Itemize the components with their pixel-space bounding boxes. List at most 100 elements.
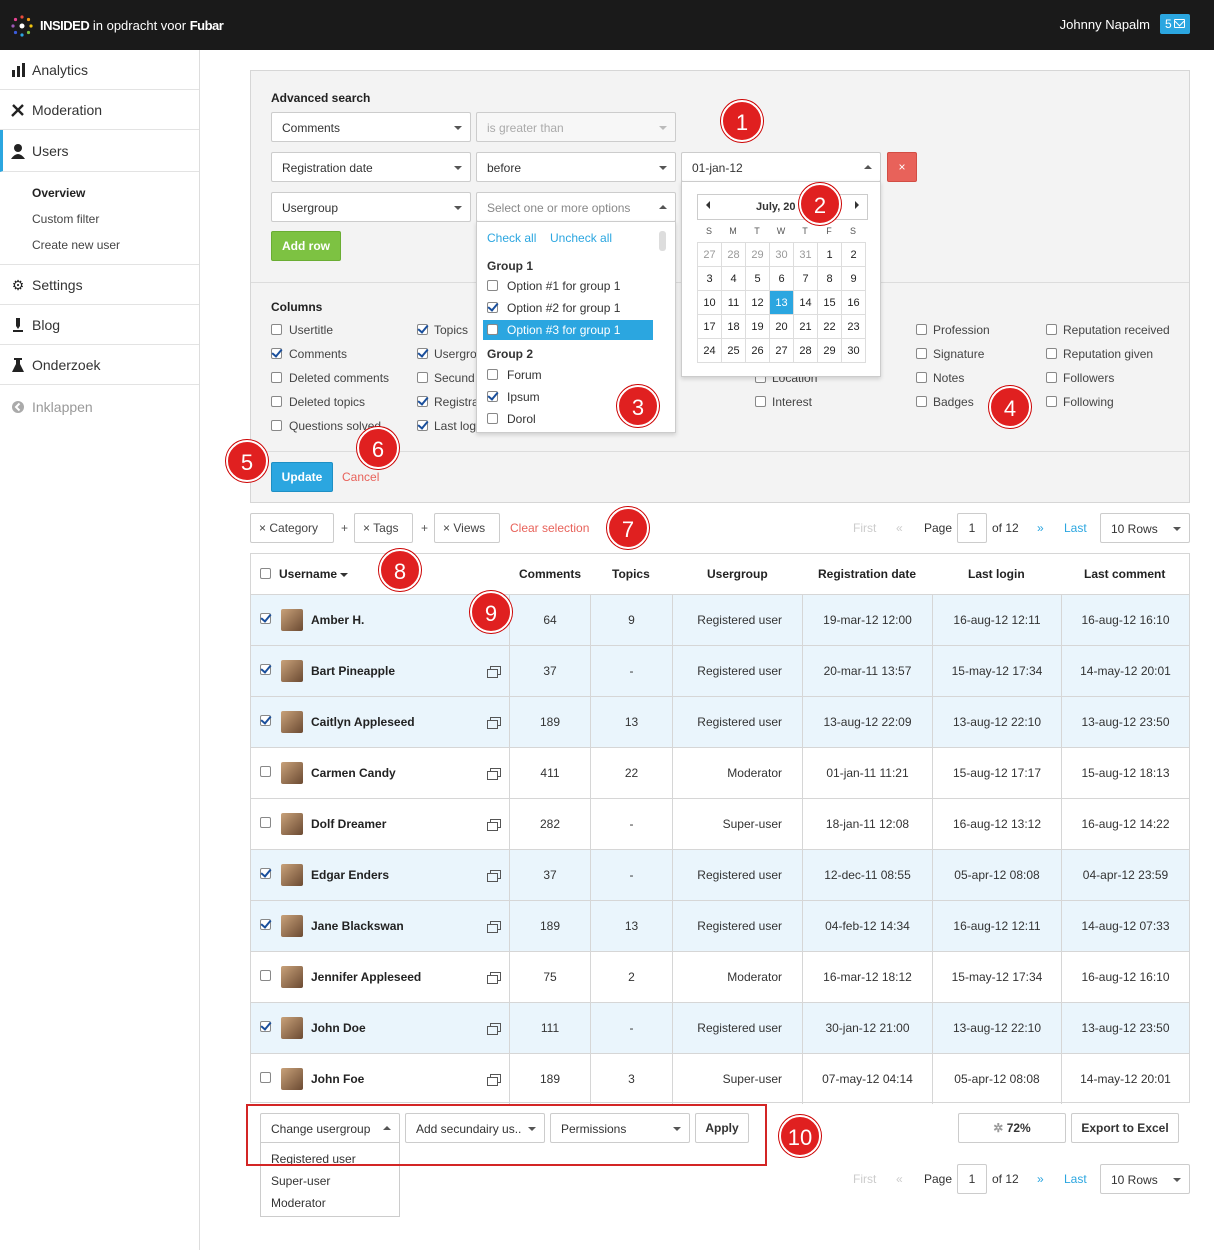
- calendar-day[interactable]: 28: [794, 339, 818, 363]
- user-name[interactable]: Johnny Napalm: [1060, 17, 1150, 32]
- calendar-day[interactable]: 13: [770, 291, 794, 315]
- select-all-checkbox[interactable]: [260, 568, 271, 579]
- calendar-day[interactable]: 10: [698, 291, 722, 315]
- rows-per-page-select[interactable]: 10 Rows: [1100, 513, 1190, 543]
- filter-operator-select-2[interactable]: before: [476, 152, 676, 182]
- pager-next[interactable]: »: [1037, 1172, 1044, 1186]
- column-checkbox[interactable]: [271, 396, 282, 407]
- row-checkbox[interactable]: [260, 613, 271, 624]
- calendar-day[interactable]: 3: [698, 267, 722, 291]
- username[interactable]: John Foe: [311, 1072, 364, 1086]
- username[interactable]: Amber H.: [311, 613, 364, 627]
- page-number-input[interactable]: 1: [957, 1164, 987, 1194]
- open-window-icon[interactable]: [487, 1023, 501, 1035]
- calendar-day[interactable]: 29: [818, 339, 842, 363]
- open-window-icon[interactable]: [487, 666, 501, 678]
- pager-first[interactable]: First: [853, 1172, 876, 1186]
- table-row[interactable]: John Doe 111- Registered user 30-jan-12 21:…: [251, 1002, 1189, 1053]
- clear-selection-link[interactable]: Clear selection: [510, 521, 589, 535]
- remove-row-button[interactable]: ×: [887, 152, 917, 182]
- table-row[interactable]: Caitlyn Appleseed 189 13 Registered user 13-…: [251, 696, 1189, 747]
- pager-first[interactable]: First: [853, 521, 876, 535]
- calendar-day[interactable]: 20: [770, 315, 794, 339]
- calendar-day[interactable]: 11: [722, 291, 746, 315]
- column-checkbox[interactable]: [916, 372, 927, 383]
- open-window-icon[interactable]: [487, 819, 501, 831]
- pager-next[interactable]: »: [1037, 521, 1044, 535]
- column-checkbox[interactable]: [417, 348, 428, 359]
- calendar-day[interactable]: 4: [722, 267, 746, 291]
- row-checkbox[interactable]: [260, 664, 271, 675]
- table-row[interactable]: Jane Blackswan 189 13 Registered user 04-feb…: [251, 900, 1189, 951]
- check-all-link[interactable]: Check all: [487, 231, 536, 245]
- table-row[interactable]: Jennifer Appleseed 75 2 Moderator 16-mar-12 …: [251, 951, 1189, 1002]
- calendar-day[interactable]: 7: [794, 267, 818, 291]
- row-checkbox[interactable]: [260, 919, 271, 930]
- calendar-day[interactable]: 18: [722, 315, 746, 339]
- column-checkbox[interactable]: [1046, 324, 1057, 335]
- header-username[interactable]: Username: [279, 554, 349, 594]
- username[interactable]: Bart Pineapple: [311, 664, 395, 678]
- add-row-button[interactable]: Add row: [271, 231, 341, 261]
- username[interactable]: Dolf Dreamer: [311, 817, 386, 831]
- username[interactable]: Jane Blackswan: [311, 919, 404, 933]
- sidebar-item-users[interactable]: Users: [0, 130, 199, 172]
- submenu-custom-filter[interactable]: Custom filter: [32, 212, 99, 226]
- column-checkbox[interactable]: [916, 396, 927, 407]
- export-excel-button[interactable]: Export to Excel: [1071, 1113, 1179, 1143]
- header-usergroup[interactable]: Usergroup: [707, 554, 768, 594]
- column-checkbox[interactable]: [1046, 396, 1057, 407]
- calendar-day[interactable]: 15: [818, 291, 842, 315]
- calendar-day[interactable]: 27: [770, 339, 794, 363]
- option-checkbox[interactable]: [487, 413, 498, 424]
- calendar-day[interactable]: 22: [818, 315, 842, 339]
- pager-last[interactable]: Last: [1064, 1172, 1087, 1186]
- table-row[interactable]: Amber H. 64 9 Registered user 19-mar-12 12:0…: [251, 594, 1189, 645]
- row-checkbox[interactable]: [260, 1021, 271, 1032]
- row-checkbox[interactable]: [260, 766, 271, 777]
- multiselect-input[interactable]: Select one or more options: [476, 192, 676, 222]
- column-checkbox[interactable]: [1046, 372, 1057, 383]
- filter-chip-views[interactable]: × Views: [434, 513, 500, 543]
- username[interactable]: Caitlyn Appleseed: [311, 715, 415, 729]
- header-last-comment[interactable]: Last comment: [1084, 554, 1165, 594]
- option-checkbox[interactable]: [487, 302, 498, 313]
- open-window-icon[interactable]: [487, 921, 501, 933]
- sidebar-item-inklappen[interactable]: Inklappen: [0, 387, 199, 427]
- header-last-login[interactable]: Last login: [968, 554, 1025, 594]
- calendar-day[interactable]: 31: [794, 243, 818, 267]
- username[interactable]: Jennifer Appleseed: [311, 970, 421, 984]
- sidebar-item-settings[interactable]: ⚙ Settings: [0, 265, 199, 305]
- filter-chip-tags[interactable]: × Tags: [354, 513, 413, 543]
- row-checkbox[interactable]: [260, 1072, 271, 1083]
- calendar-day[interactable]: 17: [698, 315, 722, 339]
- calendar-day[interactable]: 24: [698, 339, 722, 363]
- sidebar-item-onderzoek[interactable]: Onderzoek: [0, 345, 199, 385]
- column-checkbox[interactable]: [271, 324, 282, 335]
- calendar-day[interactable]: 2: [842, 243, 866, 267]
- username[interactable]: Edgar Enders: [311, 868, 389, 882]
- column-checkbox[interactable]: [916, 348, 927, 359]
- page-number-input[interactable]: 1: [957, 513, 987, 543]
- calendar-day[interactable]: 19: [746, 315, 770, 339]
- usergroup-option[interactable]: Moderator: [271, 1196, 326, 1210]
- remove-chip-icon[interactable]: ×: [363, 521, 370, 535]
- column-checkbox[interactable]: [271, 348, 282, 359]
- open-window-icon[interactable]: [487, 717, 501, 729]
- sidebar-item-moderation[interactable]: Moderation: [0, 90, 199, 130]
- header-registration[interactable]: Registration date: [818, 554, 916, 594]
- next-month-icon[interactable]: [855, 201, 859, 209]
- scrollbar-thumb[interactable]: [659, 231, 666, 251]
- column-checkbox[interactable]: [755, 396, 766, 407]
- sidebar-item-blog[interactable]: Blog: [0, 305, 199, 345]
- column-checkbox[interactable]: [271, 420, 282, 431]
- table-row[interactable]: Dolf Dreamer 282- Super-user 18-jan-11 12:0…: [251, 798, 1189, 849]
- calendar-day[interactable]: 25: [722, 339, 746, 363]
- prev-month-icon[interactable]: [706, 201, 710, 209]
- calendar-day[interactable]: 1: [818, 243, 842, 267]
- column-checkbox[interactable]: [417, 420, 428, 431]
- option-checkbox[interactable]: [487, 369, 498, 380]
- column-checkbox[interactable]: [417, 396, 428, 407]
- column-checkbox[interactable]: [417, 372, 428, 383]
- remove-chip-icon[interactable]: ×: [259, 521, 266, 535]
